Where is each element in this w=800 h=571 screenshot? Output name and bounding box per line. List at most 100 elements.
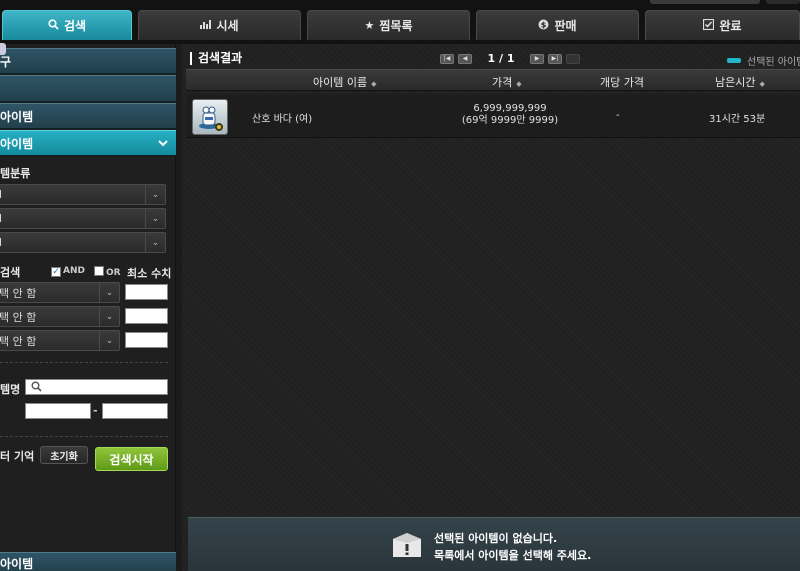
divider (0, 362, 168, 363)
sort-icon: ◆ (759, 80, 765, 88)
results-title: 검색결과 (190, 52, 242, 65)
filter-remember-label[interactable]: 터 기억 (0, 448, 34, 464)
item-name-label: 템명 (0, 383, 21, 396)
page-count: 1 / 1 (487, 52, 515, 65)
min-value-input-3[interactable] (125, 332, 168, 348)
item-name-input[interactable] (25, 379, 168, 395)
sidebar-section-label: 아이템 (0, 109, 34, 124)
sidebar-section-1[interactable]: 구 (0, 43, 176, 74)
option-select-3[interactable]: 택 안 함 ⌄ (0, 330, 120, 351)
selected-legend: 선택된 아이템 (727, 53, 800, 68)
option-select-2[interactable]: 택 안 함 ⌄ (0, 306, 120, 327)
sidebar-section-3[interactable]: 아이템 (0, 103, 176, 129)
pagination: |◀ ◀ 1 / 1 ▶ ▶| (440, 52, 580, 65)
results-panel: 검색결과 |◀ ◀ 1 / 1 ▶ ▶| 선택된 아이템 아이템 이름 ◆ 가격 ◆… (182, 44, 800, 571)
first-page-icon[interactable]: |◀ (440, 53, 454, 64)
column-header-unit-price[interactable]: 개당 가격 (600, 74, 644, 90)
select-value: l (0, 236, 3, 249)
chevron-down-icon: ⌄ (99, 283, 119, 302)
column-label: 개당 가격 (600, 76, 644, 89)
search-start-button[interactable]: 검색시작 (95, 447, 168, 471)
sidebar-section-label: 아이템 (0, 136, 34, 151)
reset-button[interactable]: 초기화 (40, 446, 88, 464)
next-page-icon[interactable]: ▶ (530, 53, 544, 64)
column-label: 아이템 이름 (313, 76, 368, 89)
tab-label: 시세 (216, 19, 239, 33)
refresh-icon[interactable] (566, 53, 580, 64)
tab-market-price[interactable]: 시세 (138, 10, 301, 40)
search-sidebar: 구 아이템 아이템 템분류 l ⌄ l ⌄ l ⌄ 검색 ✓ AND OR 최소 … (0, 43, 176, 571)
tab-label: 검색 (63, 19, 87, 33)
and-checkbox[interactable]: ✓ AND (51, 266, 85, 277)
tab-search[interactable]: 검색 (2, 10, 132, 40)
sort-icon: ◆ (371, 80, 377, 88)
chevron-down-icon (158, 137, 168, 150)
empty-message-line-2: 목록에서 아이템을 선택해 주세요. (434, 549, 592, 562)
min-value-label: 최소 수치 (127, 267, 172, 280)
sidebar-section-label: 아이템 (0, 556, 34, 571)
option-select-1[interactable]: 택 안 함 ⌄ (0, 282, 120, 303)
table-row[interactable]: 산호 바다 (여) 6,999,999,999 (69억 9999만 9999)… (186, 94, 800, 138)
prev-page-icon[interactable]: ◀ (458, 53, 472, 64)
category-select-1[interactable]: l ⌄ (0, 184, 166, 205)
min-value-input-1[interactable] (125, 284, 168, 300)
range-separator: - (93, 404, 98, 417)
tab-label: 판매 (554, 19, 577, 33)
tab-completed[interactable]: 완료 (645, 10, 800, 40)
check-icon (703, 18, 715, 33)
last-page-icon[interactable]: ▶| (548, 53, 562, 64)
sidebar-section-bottom[interactable]: 아이템 (0, 552, 176, 571)
sidebar-section-label: 구 (0, 54, 12, 69)
item-price-block: 6,999,999,999 (69억 9999만 9999) (450, 103, 570, 127)
top-tab-bar: 검색 시세 ★ 찜목록 $ 판매 완료 (0, 0, 800, 44)
tab-wishlist[interactable]: ★ 찜목록 (307, 10, 470, 40)
category-select-2[interactable]: l ⌄ (0, 208, 166, 229)
item-price-korean: (69억 9999만 9999) (461, 115, 559, 126)
tab-label: 찜목록 (379, 19, 413, 33)
divider (0, 436, 168, 437)
search-icon (31, 381, 42, 395)
search-icon (48, 18, 59, 33)
chevron-down-icon: ⌄ (99, 307, 119, 326)
item-detail-empty-panel: 선택된 아이템이 없습니다. 목록에서 아이템을 선택해 주세요. (188, 517, 800, 571)
chevron-down-icon: ⌄ (145, 233, 165, 252)
select-value: 택 안 함 (0, 310, 37, 324)
tab-label: 완료 (719, 19, 742, 33)
option-search-label: 검색 (0, 266, 21, 279)
star-icon: ★ (364, 19, 375, 32)
selected-color-swatch (727, 58, 741, 63)
column-header-time-left[interactable]: 남은시간 ◆ (715, 74, 765, 90)
legend-label: 선택된 아이템 (747, 57, 800, 68)
item-price: 6,999,999,999 (473, 103, 547, 114)
chart-icon (200, 19, 212, 32)
min-value-input-2[interactable] (125, 308, 168, 324)
sidebar-section-2[interactable] (0, 75, 176, 102)
range-min-input[interactable] (25, 403, 91, 419)
or-checkbox[interactable]: OR (94, 266, 121, 278)
category-select-3[interactable]: l ⌄ (0, 232, 166, 253)
column-label: 가격 (492, 76, 513, 89)
coin-icon: $ (538, 19, 549, 33)
item-time-left: 31시간 53분 (709, 114, 766, 125)
range-max-input[interactable] (102, 403, 168, 419)
and-label: AND (63, 266, 85, 276)
empty-message-line-1: 선택된 아이템이 없습니다. (434, 532, 558, 545)
tab-sell[interactable]: $ 판매 (476, 10, 639, 40)
category-label: 템분류 (0, 167, 31, 180)
sidebar-section-4-active[interactable]: 아이템 (0, 130, 176, 156)
item-icon (192, 99, 228, 135)
sort-icon: ◆ (516, 80, 522, 88)
empty-message: 선택된 아이템이 없습니다. 목록에서 아이템을 선택해 주세요. (434, 530, 591, 564)
select-value: l (0, 188, 3, 201)
chevron-down-icon: ⌄ (145, 209, 165, 228)
column-label: 남은시간 (715, 76, 756, 89)
column-header-name[interactable]: 아이템 이름 ◆ (313, 74, 377, 90)
column-header-price[interactable]: 가격 ◆ (492, 74, 522, 90)
top-strip-2 (766, 0, 800, 4)
checkbox-icon (94, 266, 104, 276)
table-header: 아이템 이름 ◆ 가격 ◆ 개당 가격 남은시간 ◆ (186, 69, 800, 91)
select-value: 택 안 함 (0, 334, 37, 348)
svg-text:$: $ (541, 20, 547, 29)
chevron-down-icon: ⌄ (99, 331, 119, 350)
top-strip (650, 0, 760, 4)
